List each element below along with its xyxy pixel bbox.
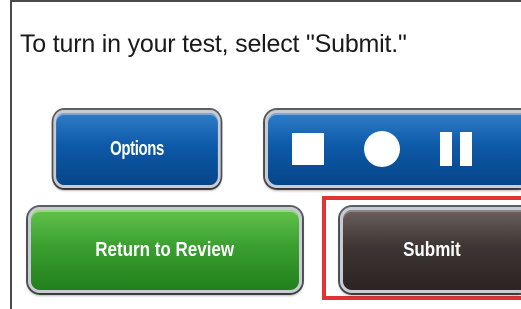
return-to-review-button[interactable]: Return to Review bbox=[28, 207, 302, 293]
media-icons-group bbox=[292, 131, 472, 167]
options-button[interactable]: Options bbox=[53, 110, 221, 188]
submit-button[interactable]: Submit bbox=[340, 207, 521, 293]
pause-bar-right bbox=[460, 132, 472, 166]
pause-icon[interactable] bbox=[440, 132, 472, 166]
submit-button-label: Submit bbox=[403, 238, 461, 261]
instruction-text: To turn in your test, select "Submit." bbox=[20, 30, 407, 58]
stop-icon[interactable] bbox=[292, 133, 324, 165]
pause-bar-left bbox=[440, 132, 452, 166]
media-controls-bar bbox=[265, 110, 521, 188]
options-button-label: Options bbox=[110, 137, 164, 160]
return-to-review-label: Return to Review bbox=[95, 238, 235, 261]
record-icon[interactable] bbox=[364, 131, 400, 167]
